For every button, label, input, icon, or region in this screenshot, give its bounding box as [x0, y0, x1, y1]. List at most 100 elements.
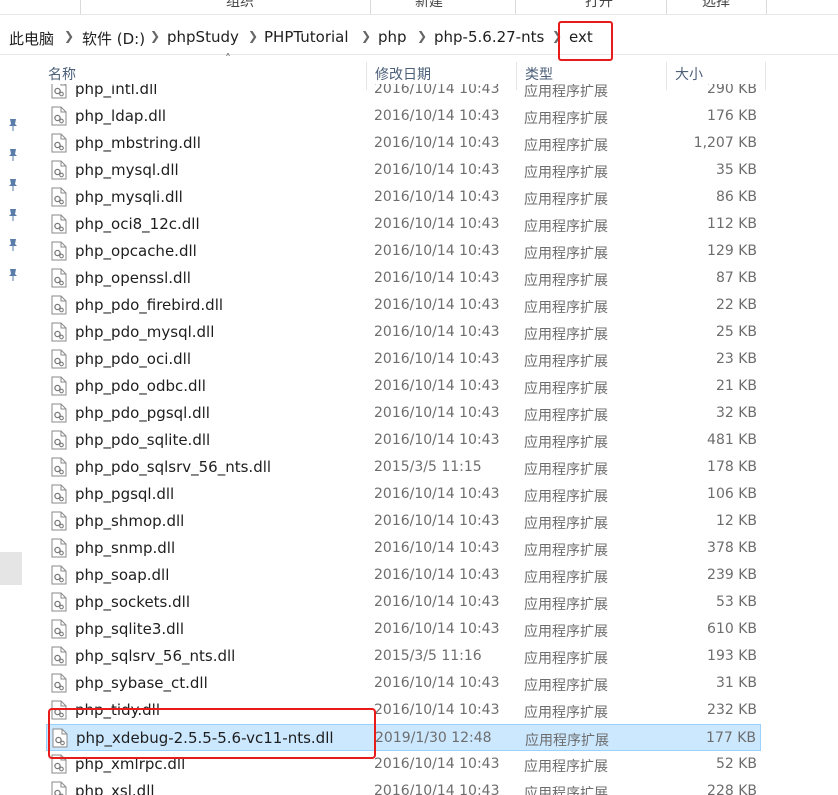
file-date: 2016/10/14 10:43 — [374, 486, 500, 502]
file-row[interactable]: php_soap.dll 2016/10/14 10:43 应用程序扩展 239 KB — [46, 562, 761, 589]
file-row[interactable]: php_sockets.dll 2016/10/14 10:43 应用程序扩展 53 … — [46, 589, 761, 616]
file-name[interactable]: php_sqlite3.dll — [75, 620, 184, 638]
file-row[interactable]: php_opcache.dll 2016/10/14 10:43 应用程序扩展 129… — [46, 238, 761, 265]
file-size: 87 KB — [715, 270, 757, 286]
file-name[interactable]: php_xsl.dll — [75, 782, 155, 795]
file-name[interactable]: php_snmp.dll — [75, 539, 175, 557]
file-row[interactable]: php_pdo_firebird.dll 2016/10/14 10:43 应用程序… — [46, 292, 761, 319]
pin-icon[interactable] — [6, 118, 20, 132]
ribbon-group-open[interactable]: 打开 — [585, 0, 613, 11]
pin-icon[interactable] — [6, 148, 20, 162]
file-row[interactable]: php_mbstring.dll 2016/10/14 10:43 应用程序扩展 1,… — [46, 130, 761, 157]
pin-icon[interactable] — [6, 208, 20, 222]
file-name[interactable]: php_mbstring.dll — [75, 134, 201, 152]
dll-file-icon — [51, 511, 67, 531]
file-row[interactable]: php_snmp.dll 2016/10/14 10:43 应用程序扩展 378 KB — [46, 535, 761, 562]
file-size: 12 KB — [715, 513, 757, 529]
file-size: 610 KB — [707, 621, 757, 637]
breadcrumb-item-drive[interactable]: 软件 (D:) — [82, 28, 145, 49]
file-name[interactable]: php_pgsql.dll — [75, 485, 174, 503]
chevron-right-icon[interactable]: ❯ — [150, 29, 160, 43]
file-name[interactable]: php_mysqli.dll — [75, 188, 183, 206]
file-name[interactable]: php_sqlsrv_56_nts.dll — [75, 647, 235, 665]
file-type: 应用程序扩展 — [524, 489, 608, 505]
file-name[interactable]: php_pdo_firebird.dll — [75, 296, 223, 314]
file-name[interactable]: php_pdo_odbc.dll — [75, 377, 206, 395]
file-row[interactable]: php_shmop.dll 2016/10/14 10:43 应用程序扩展 12 KB — [46, 508, 761, 535]
file-size: 228 KB — [707, 783, 757, 795]
file-size: 129 KB — [707, 243, 757, 259]
chevron-right-icon[interactable]: ❯ — [417, 29, 427, 43]
file-row[interactable]: php_openssl.dll 2016/10/14 10:43 应用程序扩展 87 … — [46, 265, 761, 292]
file-row[interactable]: php_pdo_mysql.dll 2016/10/14 10:43 应用程序扩展 2… — [46, 319, 761, 346]
file-size: 32 KB — [715, 405, 757, 421]
file-date: 2016/10/14 10:43 — [374, 324, 500, 340]
file-row[interactable]: php_ldap.dll 2016/10/14 10:43 应用程序扩展 176 KB — [46, 103, 761, 130]
ribbon-group-select[interactable]: 选择 — [702, 0, 730, 11]
breadcrumb-item-this-pc[interactable]: 此电脑 — [9, 28, 54, 49]
breadcrumb-item-phptutorial[interactable]: PHPTutorial — [264, 28, 349, 46]
file-row[interactable]: php_pdo_oci.dll 2016/10/14 10:43 应用程序扩展 23 … — [46, 346, 761, 373]
chevron-right-icon[interactable]: ❯ — [64, 29, 74, 43]
file-name[interactable]: php_pdo_sqlsrv_56_nts.dll — [75, 458, 271, 476]
file-row[interactable]: php_oci8_12c.dll 2016/10/14 10:43 应用程序扩展 11… — [46, 211, 761, 238]
file-row[interactable]: php_sqlsrv_56_nts.dll 2015/3/5 11:16 应用程序扩… — [46, 643, 761, 670]
ribbon-group-new[interactable]: 新建 — [415, 0, 443, 11]
dll-file-icon — [51, 376, 67, 396]
dll-file-icon — [51, 187, 67, 207]
file-row[interactable]: php_intl.dll 2016/10/14 10:43 应用程序扩展 290 KB — [46, 84, 761, 103]
file-name[interactable]: php_pdo_oci.dll — [75, 350, 191, 368]
dll-file-icon — [51, 592, 67, 612]
file-name[interactable]: php_sockets.dll — [75, 593, 190, 611]
file-row[interactable]: php_mysqli.dll 2016/10/14 10:43 应用程序扩展 86 K… — [46, 184, 761, 211]
file-row[interactable]: php_sybase_ct.dll 2016/10/14 10:43 应用程序扩展 3… — [46, 670, 761, 697]
file-date: 2016/10/14 10:43 — [374, 243, 500, 259]
breadcrumb-item-phpstudy[interactable]: phpStudy — [167, 28, 239, 46]
file-name[interactable]: php_opcache.dll — [75, 242, 197, 260]
file-type: 应用程序扩展 — [524, 273, 608, 289]
ribbon-group-organize[interactable]: 组织 — [226, 0, 254, 11]
file-row[interactable]: php_pdo_odbc.dll 2016/10/14 10:43 应用程序扩展 21… — [46, 373, 761, 400]
file-name[interactable]: php_soap.dll — [75, 566, 169, 584]
file-name[interactable]: php_intl.dll — [75, 84, 157, 98]
file-date: 2015/3/5 11:15 — [374, 459, 482, 475]
file-size: 25 KB — [715, 324, 757, 340]
nav-selected-item[interactable] — [0, 552, 22, 585]
file-name[interactable]: php_pdo_mysql.dll — [75, 323, 214, 341]
file-name[interactable]: php_sybase_ct.dll — [75, 674, 208, 692]
file-name[interactable]: php_shmop.dll — [75, 512, 184, 530]
file-name[interactable]: php_openssl.dll — [75, 269, 191, 287]
file-row[interactable]: php_mysql.dll 2016/10/14 10:43 应用程序扩展 35 KB — [46, 157, 761, 184]
dll-file-icon — [51, 673, 67, 693]
dll-file-icon — [51, 241, 67, 261]
file-row[interactable]: php_pdo_sqlsrv_56_nts.dll 2015/3/5 11:15 应… — [46, 454, 761, 481]
ribbon-separator — [515, 0, 516, 14]
dll-file-icon — [51, 349, 67, 369]
breadcrumb-item-php-version[interactable]: php-5.6.27-nts — [434, 28, 544, 46]
file-row[interactable]: php_pgsql.dll 2016/10/14 10:43 应用程序扩展 106 K… — [46, 481, 761, 508]
file-row[interactable]: php_pdo_pgsql.dll 2016/10/14 10:43 应用程序扩展 3… — [46, 400, 761, 427]
file-size: 106 KB — [707, 486, 757, 502]
file-date: 2016/10/14 10:43 — [374, 135, 500, 151]
file-name[interactable]: php_mysql.dll — [75, 161, 179, 179]
file-size: 53 KB — [715, 594, 757, 610]
file-name[interactable]: php_ldap.dll — [75, 107, 166, 125]
pin-icon[interactable] — [6, 268, 20, 282]
file-name[interactable]: php_pdo_pgsql.dll — [75, 404, 210, 422]
file-row[interactable]: php_xsl.dll 2016/10/14 10:43 应用程序扩展 228 KB — [46, 778, 761, 795]
file-date: 2016/10/14 10:43 — [374, 702, 500, 718]
file-type: 应用程序扩展 — [524, 300, 608, 316]
file-row[interactable]: php_pdo_sqlite.dll 2016/10/14 10:43 应用程序扩展… — [46, 427, 761, 454]
file-row[interactable]: php_sqlite3.dll 2016/10/14 10:43 应用程序扩展 610… — [46, 616, 761, 643]
breadcrumb-item-php[interactable]: php — [378, 28, 407, 46]
file-name[interactable]: php_pdo_sqlite.dll — [75, 431, 210, 449]
pin-icon[interactable] — [6, 238, 20, 252]
file-name[interactable]: php_oci8_12c.dll — [75, 215, 200, 233]
pin-icon[interactable] — [6, 178, 20, 192]
file-size: 22 KB — [715, 297, 757, 313]
file-type: 应用程序扩展 — [524, 516, 608, 532]
chevron-right-icon[interactable]: ❯ — [361, 29, 371, 43]
file-type: 应用程序扩展 — [524, 624, 608, 640]
file-date: 2019/1/30 12:48 — [375, 730, 492, 746]
chevron-right-icon[interactable]: ❯ — [248, 29, 258, 43]
